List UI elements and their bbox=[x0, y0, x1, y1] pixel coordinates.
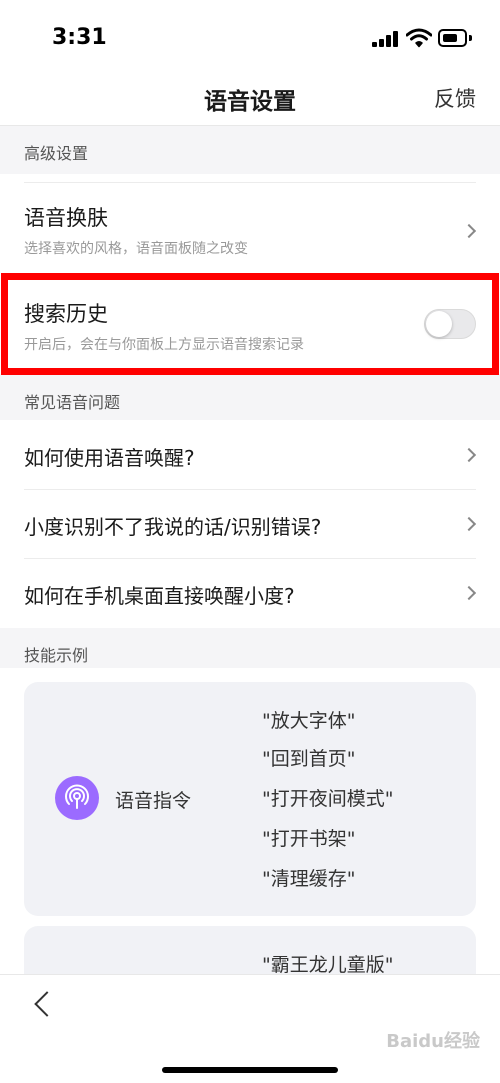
battery-icon bbox=[438, 29, 472, 47]
bottom-bar: Baidu经验 bbox=[0, 974, 500, 1083]
page-title: 语音设置 bbox=[204, 89, 296, 115]
skills-area: 语音指令 "放大字体" "回到首页" "打开夜间模式" "打开书架" "清理缓存… bbox=[0, 668, 500, 986]
faq-item[interactable]: 小度识别不了我说的话/识别错误? bbox=[0, 489, 500, 559]
chevron-right-icon bbox=[461, 223, 477, 239]
skill-command: "打开夜间模式" bbox=[262, 788, 394, 810]
feedback-button[interactable]: 反馈 bbox=[434, 83, 476, 113]
skill-command: "霸王龙儿童版" bbox=[262, 954, 394, 976]
voice-skin-row[interactable]: 语音换肤 选择喜欢的风格，语音面板随之改变 bbox=[0, 174, 500, 274]
faq-label: 如何在手机桌面直接唤醒小度? bbox=[24, 584, 295, 608]
signal-icon bbox=[372, 31, 398, 47]
status-time: 3:31 bbox=[52, 25, 107, 50]
section-label: 技能示例 bbox=[24, 646, 89, 665]
voice-settings-page: 3:31 语音设置 反馈 高级设置 语音换肤 选择喜欢的风格，语音面板随之改变 bbox=[0, 0, 500, 1083]
row-subtitle: 选择喜欢的风格，语音面板随之改变 bbox=[24, 241, 248, 257]
section-label: 高级设置 bbox=[24, 144, 89, 163]
faq-item[interactable]: 如何使用语音唤醒? bbox=[0, 420, 500, 490]
voice-command-icon bbox=[55, 776, 99, 820]
skill-command: "回到首页" bbox=[262, 748, 356, 770]
divider bbox=[24, 558, 476, 559]
section-header-skills: 技能示例 bbox=[0, 628, 500, 668]
status-bar: 3:31 bbox=[0, 0, 500, 72]
divider bbox=[24, 489, 476, 490]
skill-command: "打开书架" bbox=[262, 828, 356, 850]
skill-command: "清理缓存" bbox=[262, 868, 356, 890]
section-header-faq: 常见语音问题 bbox=[0, 375, 500, 423]
chevron-right-icon bbox=[461, 585, 477, 601]
nav-bar: 语音设置 反馈 bbox=[0, 72, 500, 126]
faq-item[interactable]: 如何在手机桌面直接唤醒小度? bbox=[0, 558, 500, 628]
back-arrow-icon[interactable] bbox=[34, 991, 60, 1017]
faq-label: 小度识别不了我说的话/识别错误? bbox=[24, 515, 322, 539]
highlight-box bbox=[1, 273, 499, 375]
skill-name: 语音指令 bbox=[115, 790, 192, 812]
home-indicator[interactable] bbox=[162, 1067, 338, 1073]
section-label: 常见语音问题 bbox=[24, 393, 121, 412]
section-header-advanced: 高级设置 bbox=[0, 126, 500, 174]
row-title: 语音换肤 bbox=[24, 206, 108, 230]
divider bbox=[24, 182, 476, 183]
skill-command: "放大字体" bbox=[262, 710, 356, 732]
chevron-right-icon bbox=[461, 447, 477, 463]
wifi-icon bbox=[406, 28, 432, 48]
watermark: Baidu经验 bbox=[386, 1031, 480, 1052]
faq-label: 如何使用语音唤醒? bbox=[24, 446, 195, 470]
skill-card-voice-command[interactable]: 语音指令 "放大字体" "回到首页" "打开夜间模式" "打开书架" "清理缓存… bbox=[24, 682, 476, 916]
chevron-right-icon bbox=[461, 516, 477, 532]
